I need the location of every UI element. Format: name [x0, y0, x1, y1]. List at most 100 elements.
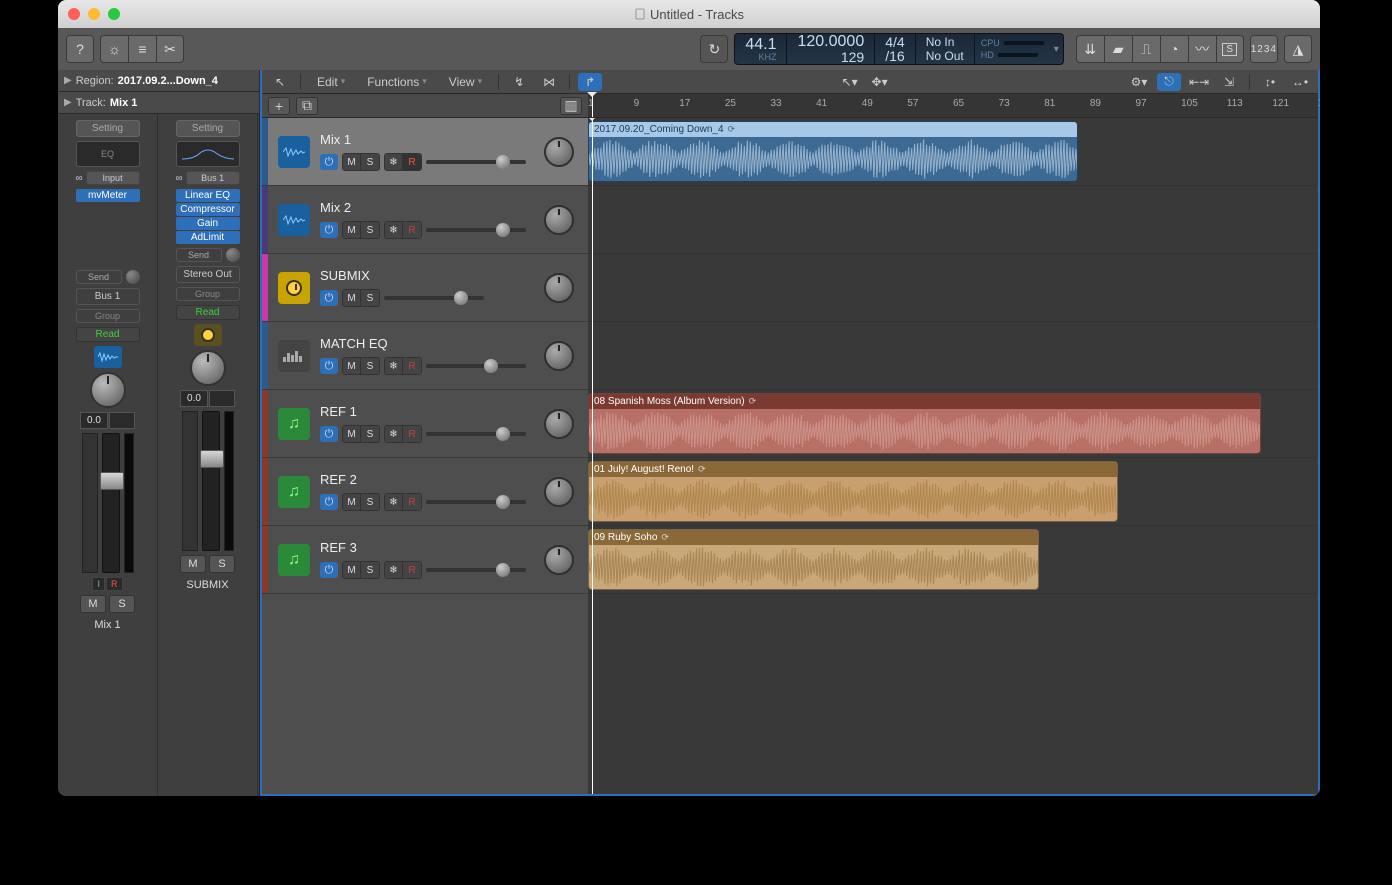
record-button[interactable]: R — [403, 154, 421, 170]
track-icon[interactable] — [194, 324, 222, 346]
zoom-fit-v-icon[interactable]: ⇲ — [1217, 73, 1241, 91]
disclosure-triangle-icon[interactable]: ▶ — [64, 75, 72, 86]
solo-button[interactable]: S — [361, 562, 379, 578]
pan-knob[interactable] — [90, 372, 126, 408]
setting-button[interactable]: Setting — [176, 120, 240, 137]
power-button[interactable]: ⏻ — [320, 290, 338, 306]
solo-button[interactable]: S — [361, 358, 379, 374]
power-button[interactable]: ⏻ — [320, 562, 338, 578]
mute-button[interactable]: M — [343, 154, 361, 170]
pan-knob[interactable] — [544, 205, 574, 235]
solo-button[interactable]: S — [361, 426, 379, 442]
audio-region[interactable]: 01 July! August! Reno! ⟳ — [588, 461, 1118, 522]
insert-slot-mvmeter[interactable]: mvMeter — [76, 189, 140, 202]
mute-button[interactable]: M — [343, 222, 361, 238]
volume-slider[interactable] — [426, 364, 526, 368]
setting-button[interactable]: Setting — [76, 120, 140, 137]
time-sig[interactable]: 4/4 — [885, 35, 904, 49]
mute-button[interactable]: M — [343, 426, 361, 442]
disclosure-triangle-icon[interactable]: ▶ — [64, 97, 72, 108]
editors-button[interactable]: ✂ — [156, 35, 184, 63]
record-enable-button[interactable]: R — [106, 577, 123, 591]
track-lane[interactable]: 09 Ruby Soho ⟳ — [588, 526, 1318, 594]
playhead[interactable] — [592, 94, 593, 117]
power-button[interactable]: ⏻ — [320, 154, 338, 170]
tempo[interactable]: 120.0000 — [797, 34, 864, 50]
chevron-down-icon[interactable]: ▾ — [1054, 44, 1059, 55]
pan-knob[interactable] — [544, 545, 574, 575]
volume-fader[interactable] — [202, 411, 220, 551]
track-header[interactable]: ♫REF 1⏻MS❄R — [262, 390, 588, 458]
track-header[interactable]: ♫REF 2⏻MS❄R — [262, 458, 588, 526]
freeze-button[interactable]: ❄ — [385, 562, 403, 578]
insert-slot-1[interactable]: Linear EQ — [176, 189, 240, 202]
freeze-button[interactable]: ❄ — [385, 494, 403, 510]
vertical-zoom[interactable]: ↕• — [1258, 73, 1282, 91]
mute-button[interactable]: M — [180, 555, 206, 573]
solo-button[interactable]: S — [361, 494, 379, 510]
gear-icon[interactable]: ⚙▾ — [1127, 73, 1151, 91]
solo-button[interactable]: S — [361, 290, 379, 306]
mute-button[interactable]: M — [80, 595, 106, 613]
output-slot[interactable]: Stereo Out — [176, 266, 240, 283]
volume-slider[interactable] — [426, 568, 526, 572]
track-header[interactable]: ♫REF 3⏻MS❄R — [262, 526, 588, 594]
eq-thumbnail[interactable]: EQ — [76, 141, 140, 167]
track-lane[interactable]: 08 Spanish Moss (Album Version) ⟳ — [588, 390, 1318, 458]
lcd-display[interactable]: 44.1KHZ 120.0000129 4/4/16 No InNo Out C… — [734, 33, 1063, 65]
solo-button[interactable]: S — [109, 595, 135, 613]
loop-browser-button[interactable]: ⎍ — [1132, 35, 1160, 63]
insert-slot-4[interactable]: AdLimit — [176, 231, 240, 244]
flex-icon[interactable]: ⋈ — [537, 73, 561, 91]
freeze-button[interactable]: ❄ — [385, 358, 403, 374]
audio-region[interactable]: 08 Spanish Moss (Album Version) ⟳ — [588, 393, 1261, 454]
track-header[interactable]: Mix 1⏻MS❄R — [262, 118, 588, 186]
playhead-line[interactable] — [592, 118, 593, 794]
send-slot[interactable]: Send — [76, 270, 122, 284]
mute-button[interactable]: M — [343, 494, 361, 510]
group-slot[interactable]: Group — [76, 309, 140, 323]
volume-slider[interactable] — [384, 296, 484, 300]
freeze-button[interactable]: ❄ — [385, 222, 403, 238]
record-button[interactable]: R — [403, 494, 421, 510]
volume-slider[interactable] — [426, 432, 526, 436]
track-icon[interactable] — [278, 204, 310, 236]
pan-knob[interactable] — [544, 409, 574, 439]
track-icon[interactable] — [278, 340, 310, 372]
send-knob[interactable] — [126, 270, 140, 284]
bar-ruler[interactable]: 191725334149576573818997105113121129 — [588, 94, 1318, 117]
track-icon[interactable] — [278, 136, 310, 168]
volume-value[interactable]: 0.0 — [80, 412, 108, 429]
track-lanes[interactable]: 2017.09.20_Coming Down_4 ⟳08 Spanish Mos… — [588, 118, 1318, 794]
add-track-button[interactable]: + — [268, 97, 290, 115]
track-inspector-header[interactable]: ▶Track: Mix 1 — [58, 92, 260, 114]
automation-mode[interactable]: Read — [176, 305, 240, 320]
volume-slider[interactable] — [426, 500, 526, 504]
insert-slot-2[interactable]: Compressor — [176, 203, 240, 216]
volume-slider[interactable] — [426, 228, 526, 232]
global-tracks-button[interactable]: ▥ — [560, 97, 582, 115]
record-button[interactable]: R — [403, 358, 421, 374]
division[interactable]: /16 — [885, 49, 904, 63]
edit-menu[interactable]: Edit▾ — [309, 73, 353, 91]
power-button[interactable]: ⏻ — [320, 222, 338, 238]
solo-safe-button[interactable]: S — [1216, 35, 1244, 63]
power-button[interactable]: ⏻ — [320, 426, 338, 442]
marquee-tool[interactable]: ✥▾ — [868, 73, 892, 91]
pan-knob[interactable] — [544, 273, 574, 303]
smart-controls-button[interactable]: ☼ — [100, 35, 128, 63]
send-slot[interactable]: Send — [176, 248, 222, 262]
metronome-button[interactable]: ◮ — [1284, 35, 1312, 63]
power-button[interactable]: ⏻ — [320, 494, 338, 510]
volume-value[interactable]: 0.0 — [180, 390, 208, 407]
snap-icon[interactable]: ⎋ — [1157, 73, 1181, 91]
track-icon[interactable]: ♫ — [278, 544, 310, 576]
region-inspector-header[interactable]: ▶Region: 2017.09.2...Down_4 — [58, 70, 260, 92]
track-icon[interactable] — [278, 272, 310, 304]
pan-knob[interactable] — [544, 477, 574, 507]
mute-button[interactable]: M — [343, 562, 361, 578]
track-lane[interactable] — [588, 186, 1318, 254]
freeze-button[interactable]: ❄ — [385, 154, 403, 170]
track-lane[interactable]: 01 July! August! Reno! ⟳ — [588, 458, 1318, 526]
solo-button[interactable]: S — [209, 555, 235, 573]
